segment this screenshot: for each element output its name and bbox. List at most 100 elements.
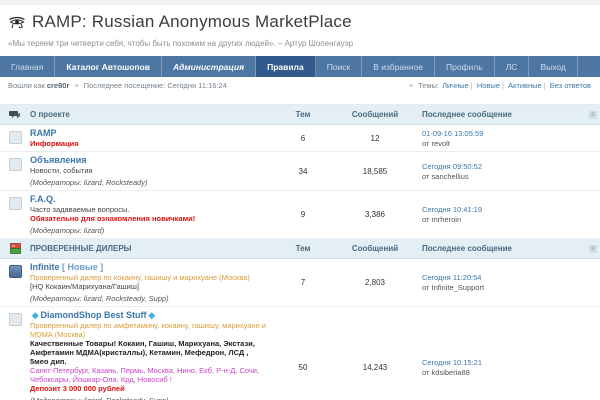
pipe-separator: | <box>502 81 504 90</box>
list-separator-icon: ≡ <box>74 83 78 90</box>
last-post-cell: 01-09-16 13:05:59 от revolt <box>418 128 586 148</box>
pipe-separator: | <box>544 81 546 90</box>
section-collapse-icon[interactable]: ≡ <box>589 245 597 253</box>
forum-desc-warning: Обязательно для ознакомления новичками! <box>30 214 268 223</box>
forum-row-diamondshop: ◆DiamondShop Best Stuff◆ Проверенный дил… <box>0 307 600 400</box>
site-quote: «Мы теряем три четверти себя, чтобы быть… <box>0 32 600 56</box>
last-post-cell: Сегодня 10:41:19 от mrheroin <box>418 194 586 235</box>
posts-count: 12 <box>332 128 418 148</box>
forum-info: F.A.Q. Часто задаваемые вопросы. Обязате… <box>30 194 274 235</box>
username: cre80r <box>47 81 70 90</box>
last-post-date-link[interactable]: 01-09-16 13:05:59 <box>422 129 586 138</box>
last-post-date-link[interactable]: Сегодня 10:15:21 <box>422 358 586 367</box>
topics-quick-links: ≡ Темы: Личные| Новые| Активные| Без отв… <box>406 81 592 90</box>
topics-link-unanswered[interactable]: Без ответов <box>550 81 591 90</box>
nav-item-profile[interactable]: Профиль <box>435 56 495 77</box>
moderators-line: (Модераторы: lizard, Rocksteady) <box>30 178 268 187</box>
status-bar: Вошли как cre80r ≡ Последнее посещение: … <box>0 77 600 96</box>
topics-count: 6 <box>274 128 332 148</box>
nav-item-search[interactable]: Поиск <box>316 56 363 77</box>
forum-info: RAMP Информация <box>30 128 274 148</box>
topics-label: Темы: <box>418 81 439 90</box>
section-header-about: О проекте Тем Сообщений Последнее сообще… <box>0 105 600 125</box>
nav-item-logout[interactable]: Выход <box>529 56 577 77</box>
forum-unread-icon <box>9 265 22 278</box>
forum-desc-deposit: Депозит 3 000 000 рублей <box>30 384 268 393</box>
column-header-last-post: Последнее сообщение <box>418 244 586 253</box>
toggle-cell <box>586 194 600 235</box>
forum-info: ◆DiamondShop Best Stuff◆ Проверенный дил… <box>30 310 274 400</box>
forum-desc: Новости, события <box>30 166 268 175</box>
forum-board: О проекте Тем Сообщений Последнее сообще… <box>0 104 600 400</box>
posts-count: 2,803 <box>332 262 418 303</box>
column-header-topics: Тем <box>274 110 332 119</box>
toggle-cell: ≡ <box>586 245 600 253</box>
topics-link-personal[interactable]: Личные <box>442 81 469 90</box>
forum-desc-goods: Качественные Товары! Кокаин, Гашиш, Мари… <box>30 339 268 366</box>
posts-count: 3,386 <box>332 194 418 235</box>
nav-item-administration[interactable]: Администрация <box>162 56 256 77</box>
page-title: RAMP: Russian Anonymous MarketPlace <box>32 12 352 32</box>
moderators-line: (Модераторы: lizard, Rocksteady, Supp) <box>30 294 268 303</box>
toggle-cell <box>586 310 600 400</box>
last-post-cell: Сегодня 11:20:54 от Infinite_Support <box>418 262 586 303</box>
column-header-posts: Сообщений <box>332 244 418 253</box>
section-icon-cell <box>0 243 30 254</box>
forum-page: RAMP: Russian Anonymous MarketPlace «Мы … <box>0 0 600 400</box>
section-title: ПРОВЕРЕННЫЕ ДИЛЕРЫ <box>30 244 274 253</box>
login-status: Вошли как cre80r ≡ Последнее посещение: … <box>8 81 227 90</box>
column-header-topics: Тем <box>274 244 332 253</box>
posts-count: 18,585 <box>332 155 418 187</box>
status-icon-cell <box>0 262 30 303</box>
forum-desc: Информация <box>30 139 268 148</box>
last-post-date-link[interactable]: Сегодня 10:41:19 <box>422 205 586 214</box>
section-collapse-icon[interactable]: ≡ <box>589 111 597 119</box>
eye-of-horus-icon <box>8 15 26 29</box>
list-separator-icon: ≡ <box>409 83 413 90</box>
forum-desc-cities: Санкт-Петербург, Казань, Пермь, Москва, … <box>30 366 268 384</box>
forum-row-ramp: RAMP Информация 6 12 01-09-16 13:05:59 о… <box>0 125 600 152</box>
new-posts-link[interactable]: [ Новые ] <box>62 262 103 272</box>
forum-row-faq: F.A.Q. Часто задаваемые вопросы. Обязате… <box>0 191 600 239</box>
last-visit-text: Последнее посещение: Сегодня 11:16:24 <box>84 81 227 90</box>
topics-count: 50 <box>274 310 332 400</box>
forum-link-diamondshop[interactable]: DiamondShop Best Stuff <box>41 310 147 320</box>
last-post-author: от revolt <box>422 139 586 148</box>
forum-desc-dealer: Проверенный дилер по кокаину, гашишу и м… <box>30 273 268 282</box>
status-icon-cell <box>0 310 30 400</box>
nav-item-autoshop-catalog[interactable]: Каталог Автошопов <box>55 56 162 77</box>
pipe-separator: | <box>471 81 473 90</box>
nav-item-favorites[interactable]: В избранное <box>362 56 435 77</box>
forum-row-infinite: Infinite [ Новые ] Проверенный дилер по … <box>0 259 600 307</box>
main-nav: Главная Каталог Автошопов Администрация … <box>0 56 600 77</box>
toggle-cell <box>586 128 600 148</box>
last-post-date-link[interactable]: Сегодня 09:50:52 <box>422 162 586 171</box>
gem-icon: ◆ <box>32 310 39 320</box>
nav-item-home[interactable]: Главная <box>0 56 55 77</box>
verified-dealers-icon <box>10 243 21 254</box>
nav-item-rules[interactable]: Правила <box>256 56 316 77</box>
moderators-line: (Модераторы: lizard, Rocksteady, Supp) <box>30 396 268 400</box>
forum-read-icon <box>9 158 22 171</box>
topics-count: 9 <box>274 194 332 235</box>
last-post-author: от kdsiberia88 <box>422 368 586 377</box>
last-post-author: от sanchellius <box>422 172 586 181</box>
topics-link-new[interactable]: Новые <box>477 81 500 90</box>
forum-desc: Часто задаваемые вопросы. <box>30 205 268 214</box>
last-post-cell: Сегодня 10:15:21 от kdsiberia88 <box>418 310 586 400</box>
forum-row-announcements: Объявления Новости, события (Модераторы:… <box>0 152 600 191</box>
forum-link-infinite[interactable]: Infinite <box>30 262 60 272</box>
nav-item-pm[interactable]: ЛС <box>495 56 530 77</box>
forum-info: Infinite [ Новые ] Проверенный дилер по … <box>30 262 274 303</box>
forum-read-icon <box>9 131 22 144</box>
last-post-author: от mrheroin <box>422 215 586 224</box>
forum-link-faq[interactable]: F.A.Q. <box>30 194 56 204</box>
topics-count: 34 <box>274 155 332 187</box>
last-post-date-link[interactable]: Сегодня 11:20:54 <box>422 273 586 282</box>
topics-link-active[interactable]: Активные <box>508 81 542 90</box>
status-icon-cell <box>0 155 30 187</box>
forum-link-announcements[interactable]: Объявления <box>30 155 87 165</box>
masthead: RAMP: Russian Anonymous MarketPlace <box>0 5 600 32</box>
forum-link-ramp[interactable]: RAMP <box>30 128 57 138</box>
gem-icon: ◆ <box>149 310 156 320</box>
